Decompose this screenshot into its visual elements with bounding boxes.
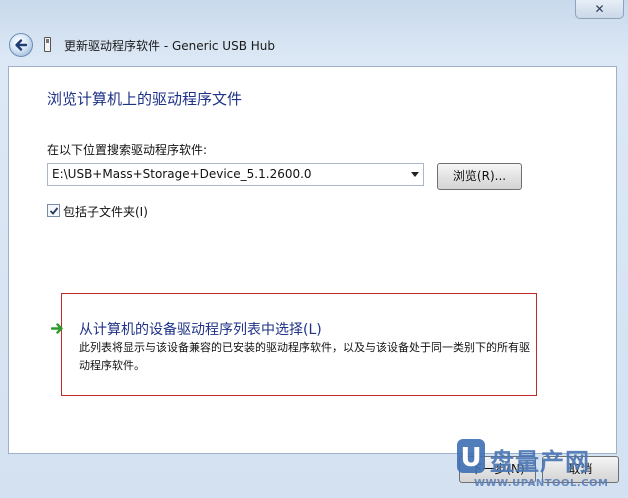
path-combobox[interactable]: E:\USB+Mass+Storage+Device_5.1.2600.0 — [47, 163, 424, 186]
path-value[interactable]: E:\USB+Mass+Storage+Device_5.1.2600.0 — [52, 167, 312, 181]
page-heading: 浏览计算机上的驱动程序文件 — [47, 90, 243, 108]
close-icon: ✕ — [594, 2, 605, 16]
include-subfolders-checkbox[interactable] — [47, 204, 60, 217]
watermark-url: WWW.UPANTOOL.COM — [474, 478, 609, 489]
content-panel: 浏览计算机上的驱动程序文件 在以下位置搜索驱动程序软件: E:\USB+Mass… — [8, 66, 617, 454]
search-location-label: 在以下位置搜索驱动程序软件: — [47, 143, 208, 157]
watermark-logo-letter: U — [460, 443, 481, 473]
watermark-logo-icon: U — [457, 439, 485, 473]
window-title: 更新驱动程序软件 - Generic USB Hub — [64, 39, 276, 53]
pick-from-list-title[interactable]: 从计算机的设备驱动程序列表中选择(L) — [79, 319, 322, 339]
watermark-brand: 盘量产网 — [490, 448, 590, 476]
back-button[interactable] — [9, 33, 33, 57]
usb-device-icon — [44, 37, 51, 52]
pick-from-list-description: 此列表将显示与该设备兼容的已安装的驱动程序软件，以及与该设备处于同一类别下的所有… — [79, 341, 530, 372]
close-button[interactable]: ✕ — [575, 0, 624, 19]
browse-button[interactable]: 浏览(R)... — [437, 163, 522, 190]
back-arrow-icon — [15, 39, 28, 51]
include-subfolders-label[interactable]: 包括子文件夹(I) — [63, 203, 148, 220]
checkmark-icon — [49, 207, 59, 215]
green-arrow-icon — [51, 323, 63, 334]
dropdown-arrow-icon[interactable] — [411, 172, 419, 177]
